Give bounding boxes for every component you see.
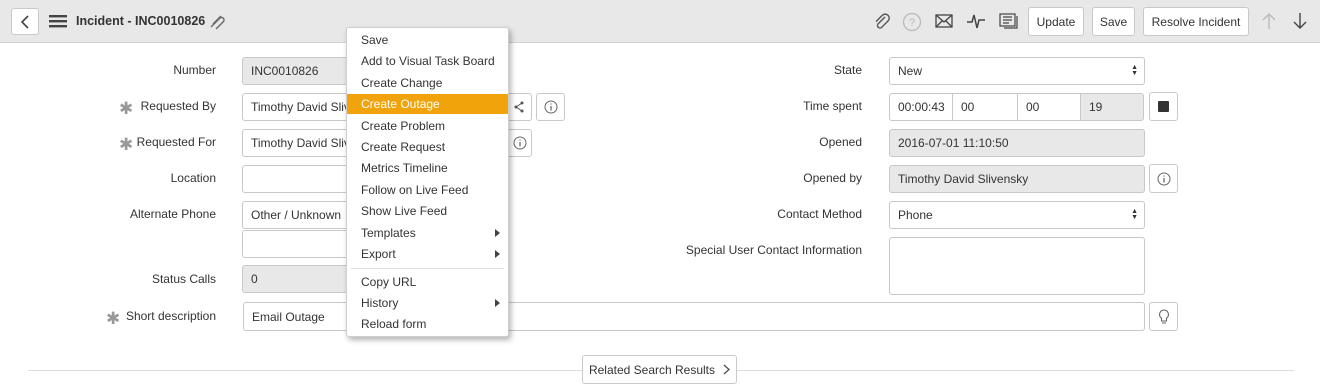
menu-item-metrics-timeline[interactable]: Metrics Timeline	[347, 158, 508, 178]
time-spent-total[interactable]: 00:00:43	[889, 93, 953, 121]
requested-for-label: Requested For	[136, 135, 216, 149]
lightbulb-icon	[1158, 308, 1169, 324]
contact-method-select[interactable]: Phone ▲ ▼	[889, 201, 1145, 229]
menu-item-label: Copy URL	[361, 275, 417, 289]
time-spent-seconds[interactable]: 19	[1080, 93, 1144, 121]
opened-label: Opened	[819, 135, 862, 149]
timer-stop-button[interactable]	[1149, 92, 1178, 121]
menu-item-label: History	[361, 296, 399, 310]
menu-item-history[interactable]: History	[347, 293, 508, 313]
opened-by-info-button[interactable]	[1149, 164, 1178, 193]
number-label: Number	[173, 63, 216, 77]
chevron-right-icon	[723, 364, 730, 375]
related-search-results-button[interactable]: Related Search Results	[582, 355, 737, 384]
alternate-phone-label: Alternate Phone	[129, 207, 216, 221]
menu-item-label: Reload form	[361, 317, 427, 331]
arrow-down-icon[interactable]	[1290, 11, 1310, 31]
requested-for-field[interactable]: Timothy David Slivensky	[242, 129, 352, 157]
chevron-left-icon	[20, 14, 29, 29]
info-icon	[544, 100, 557, 114]
requested-by-tree-button[interactable]	[507, 93, 532, 121]
location-field[interactable]	[242, 165, 352, 193]
activity-pulse-icon[interactable]	[965, 11, 987, 31]
paperclip-icon[interactable]	[872, 12, 892, 32]
select-arrows-icon: ▲ ▼	[1131, 64, 1138, 77]
state-select[interactable]: New ▲ ▼	[889, 57, 1145, 85]
menu-item-label: Templates	[361, 226, 416, 240]
requested-by-field[interactable]: Timothy David Slivensky	[242, 93, 352, 121]
location-label: Location	[170, 171, 216, 185]
time-spent-minutes[interactable]: 00	[1017, 93, 1081, 121]
info-icon	[1157, 172, 1170, 185]
contact-method-label: Contact Method	[777, 207, 862, 221]
menu-item-label: Metrics Timeline	[361, 161, 448, 175]
menu-item-create-change[interactable]: Create Change	[347, 73, 508, 93]
tree-icon	[514, 101, 524, 113]
number-field[interactable]: INC0010826	[242, 57, 352, 85]
menu-item-create-request[interactable]: Create Request	[347, 137, 508, 157]
contact-method-value: Phone	[898, 208, 933, 222]
requested-by-label: Requested By	[140, 99, 216, 113]
menu-item-copy-url[interactable]: Copy URL	[347, 272, 508, 292]
update-button[interactable]: Update	[1028, 7, 1084, 36]
menu-separator	[351, 268, 504, 269]
resolve-incident-button[interactable]: Resolve Incident	[1143, 7, 1249, 36]
help-icon[interactable]: ?	[901, 11, 922, 32]
opened-by-label: Opened by	[803, 171, 862, 185]
email-icon[interactable]	[933, 12, 954, 30]
special-contact-label: Special User Contact Information	[685, 243, 862, 257]
save-button[interactable]: Save	[1092, 7, 1135, 36]
back-button[interactable]	[11, 8, 39, 35]
menu-item-label: Create Problem	[361, 119, 446, 133]
submenu-arrow-icon	[495, 250, 500, 258]
menu-item-reload-form[interactable]: Reload form	[347, 314, 508, 334]
page-title: Incident - INC0010826	[76, 14, 206, 28]
menu-item-label: Create Request	[361, 140, 446, 154]
alternate-phone-select[interactable]: Other / Unknown	[242, 201, 352, 229]
status-calls-label: Status Calls	[151, 272, 216, 286]
menu-item-label: Create Change	[361, 76, 443, 90]
state-value: New	[898, 64, 923, 78]
menu-item-show-live-feed[interactable]: Show Live Feed	[347, 201, 508, 221]
menu-item-label: Export	[361, 247, 396, 261]
related-search-label: Related Search Results	[588, 362, 716, 377]
menu-item-label: Show Live Feed	[361, 204, 448, 218]
context-menu: Save Add to Visual Task Board Create Cha…	[346, 27, 509, 337]
menu-item-label: Create Outage	[361, 97, 440, 111]
menu-item-label: Add to Visual Task Board	[361, 54, 495, 68]
opened-field[interactable]: 2016-07-01 11:10:50	[889, 129, 1145, 157]
info-icon	[513, 136, 526, 150]
attachment-tag-icon[interactable]	[206, 11, 228, 31]
menu-item-label: Save	[361, 33, 389, 47]
time-spent-hours[interactable]: 00	[952, 93, 1018, 121]
suggestion-button[interactable]	[1149, 302, 1178, 331]
alternate-phone-number-field[interactable]	[242, 230, 352, 258]
menu-item-save[interactable]: Save	[347, 30, 508, 50]
activity-stream-icon[interactable]	[998, 11, 1020, 31]
opened-by-field[interactable]: Timothy David Slivensky	[889, 165, 1145, 193]
arrow-up-icon[interactable]	[1259, 11, 1279, 31]
time-spent-label: Time spent	[803, 99, 862, 113]
submenu-arrow-icon	[495, 229, 500, 237]
short-description-label: Short description	[125, 309, 216, 323]
hamburger-menu-icon[interactable]	[48, 12, 68, 30]
menu-item-create-problem[interactable]: Create Problem	[347, 116, 508, 136]
stop-icon	[1158, 101, 1169, 112]
state-label: State	[833, 63, 862, 77]
menu-item-create-outage[interactable]: Create Outage	[347, 94, 508, 114]
status-calls-field[interactable]: 0	[242, 265, 352, 293]
menu-item-follow-on-live-feed[interactable]: Follow on Live Feed	[347, 180, 508, 200]
select-arrows-icon: ▲ ▼	[1131, 208, 1138, 221]
requested-for-info-button[interactable]	[507, 129, 532, 157]
submenu-arrow-icon	[495, 299, 500, 307]
menu-item-export[interactable]: Export	[347, 244, 508, 264]
menu-item-templates[interactable]: Templates	[347, 223, 508, 243]
special-contact-textarea[interactable]	[889, 237, 1145, 295]
menu-item-label: Follow on Live Feed	[361, 183, 469, 197]
menu-item-add-to-visual-task-board[interactable]: Add to Visual Task Board	[347, 51, 508, 71]
svg-text:?: ?	[908, 17, 914, 29]
requested-by-info-button[interactable]	[536, 93, 565, 121]
